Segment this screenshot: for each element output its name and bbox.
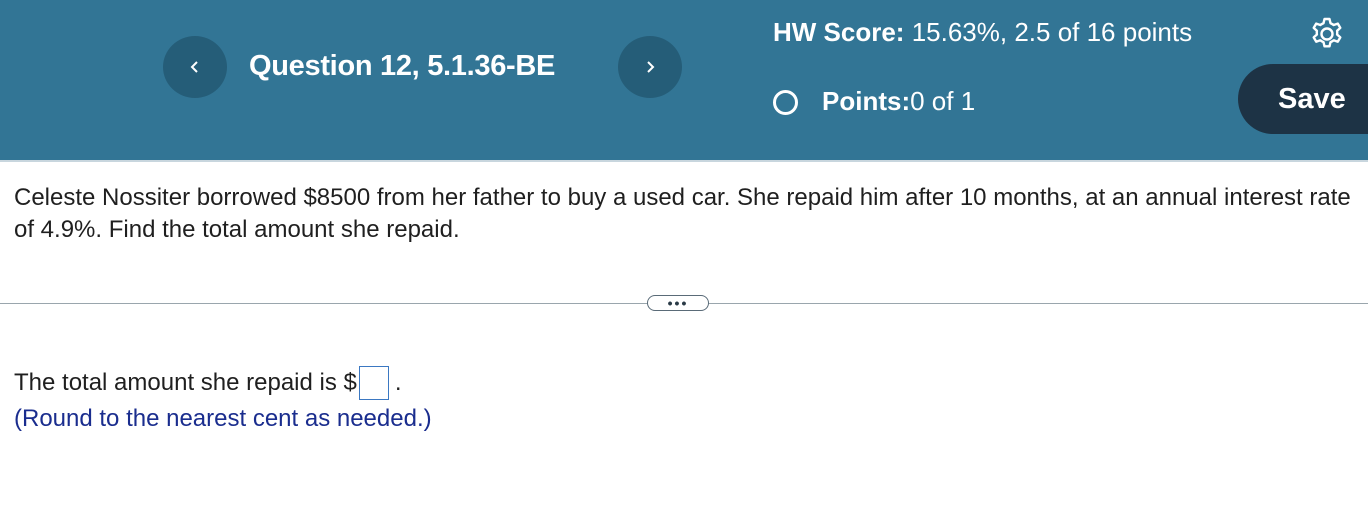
points-status: Points: 0 of 1 (773, 86, 975, 117)
answer-input[interactable] (358, 366, 389, 400)
expand-more-button[interactable]: ••• (647, 295, 709, 311)
hw-score-value: 15.63%, 2.5 of 16 points (904, 17, 1193, 47)
gear-icon[interactable] (1308, 14, 1346, 52)
chevron-left-icon (190, 61, 198, 73)
rounding-hint: (Round to the nearest cent as needed.) (14, 405, 432, 432)
previous-question-button[interactable] (163, 36, 227, 98)
question-text: Celeste Nossiter borrowed $8500 from her… (14, 184, 1351, 243)
incomplete-circle-icon (773, 90, 798, 115)
hw-score: HW Score: 15.63%, 2.5 of 16 points (773, 14, 1193, 50)
hw-score-label: HW Score: (773, 17, 905, 47)
question-header: Question 12, 5.1.36-BE HW Score: 15.63%,… (0, 0, 1368, 162)
question-title: Question 12, 5.1.36-BE (249, 50, 556, 82)
save-button[interactable]: Save (1238, 64, 1368, 134)
points-value: 0 of 1 (910, 86, 976, 116)
more-dots-icon: ••• (667, 295, 689, 311)
answer-row: The total amount she repaid is $ . (14, 366, 402, 400)
points-label: Points: (822, 86, 911, 116)
next-question-button[interactable] (618, 36, 682, 98)
chevron-right-icon (647, 61, 655, 73)
answer-prefix: The total amount she repaid is $ (14, 369, 357, 396)
answer-suffix: . (394, 369, 402, 396)
